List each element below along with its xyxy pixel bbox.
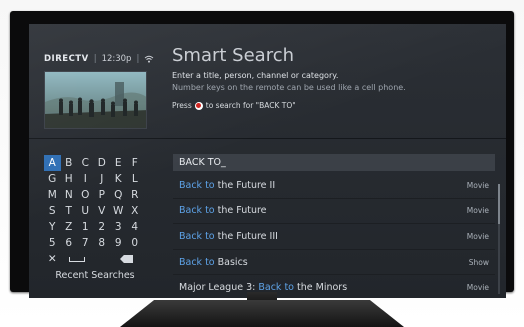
result-type: Movie [466,283,489,293]
red-button-icon [194,101,203,110]
key-k[interactable]: K [110,171,127,187]
results-list: Back to the Future II Movie Back to the … [173,173,495,298]
list-item[interactable]: Back to the Future III Movie [173,224,495,250]
key-b[interactable]: B [61,155,78,171]
key-6[interactable]: 6 [61,235,78,251]
result-type: Movie [466,231,489,241]
key-h[interactable]: H [61,171,78,187]
key-w[interactable]: W [110,203,127,219]
key-7[interactable]: 7 [77,235,94,251]
preview-image [45,72,146,128]
stage: DIRECTV | 12:30p | Smart Search Enter a … [0,0,524,327]
key-0[interactable]: 0 [127,235,144,251]
key-u[interactable]: U [77,203,94,219]
list-item[interactable]: Back to the Future II Movie [173,173,495,199]
key-r[interactable]: R [127,187,144,203]
key-a[interactable]: A [44,155,61,171]
keyboard-row: A B C D E F [44,155,164,171]
key-d[interactable]: D [94,155,111,171]
key-8[interactable]: 8 [94,235,111,251]
keyboard-row: ✕ [44,251,164,267]
key-t[interactable]: T [61,203,78,219]
space-key-icon [69,256,85,262]
result-type: Show [468,257,489,267]
status-separator: | [93,54,97,64]
keyboard-row: Y Z 1 2 3 4 [44,219,164,235]
result-title: Back to the Future [179,205,267,216]
keyboard-row: G H I J K L [44,171,164,187]
live-preview-thumbnail [44,71,147,129]
list-item[interactable]: Back to the Future Movie [173,199,495,225]
key-q[interactable]: Q [110,187,127,203]
result-type: Movie [466,180,489,190]
title-rest: the Future [214,205,267,217]
key-c[interactable]: C [77,155,94,171]
key-f[interactable]: F [127,155,144,171]
clear-key[interactable]: ✕ [44,251,61,267]
title-rest: the Future II [214,179,276,191]
wifi-icon [145,55,154,63]
page-title: Smart Search [172,45,295,66]
tv-screen: DIRECTV | 12:30p | Smart Search Enter a … [29,24,506,298]
key-g[interactable]: G [44,171,61,187]
key-e[interactable]: E [110,155,127,171]
key-2[interactable]: 2 [94,219,111,235]
keyboard-row: M N O P Q R [44,187,164,203]
key-j[interactable]: J [94,171,111,187]
clock: 12:30p [101,54,132,64]
result-title: Back to Basics [179,257,248,268]
match-highlight: Back to [179,256,215,268]
result-type: Movie [466,206,489,216]
search-prompt: Press to search for "BACK TO" [172,101,296,110]
keyboard-row: 5 6 7 8 9 0 [44,235,164,251]
search-input[interactable]: BACK TO_ [173,154,495,171]
backspace-key[interactable] [110,251,143,267]
status-separator: | [136,54,140,64]
space-key[interactable] [61,251,94,267]
key-p[interactable]: P [94,187,111,203]
results-scrollbar-thumb[interactable] [498,184,500,224]
recent-searches-button[interactable]: Recent Searches [44,270,146,281]
key-n[interactable]: N [61,187,78,203]
result-title: Back to the Future III [179,231,278,242]
key-z[interactable]: Z [61,219,78,235]
key-v[interactable]: V [94,203,111,219]
key-9[interactable]: 9 [110,235,127,251]
match-highlight: Back to [179,230,215,242]
match-highlight: Back to [179,179,215,191]
press-target: to search for "BACK TO" [205,101,296,110]
section-divider [29,138,506,139]
instructions-line: Enter a title, person, channel or catego… [172,71,339,80]
key-s[interactable]: S [44,203,61,219]
key-x[interactable]: X [127,203,144,219]
key-3[interactable]: 3 [110,219,127,235]
key-l[interactable]: L [127,171,144,187]
list-item[interactable]: Major League 3: Back to the Minors Movie [173,275,495,298]
onscreen-keyboard: A B C D E F G H I J K L M N O P Q R S T … [44,155,164,281]
key-o[interactable]: O [77,187,94,203]
title-rest: Basics [214,256,248,268]
key-4[interactable]: 4 [127,219,144,235]
match-highlight: Back to [179,205,215,217]
brand-logo: DIRECTV [44,54,89,64]
tv-bezel: DIRECTV | 12:30p | Smart Search Enter a … [10,11,514,298]
key-y[interactable]: Y [44,219,61,235]
press-label: Press [172,101,192,110]
key-1[interactable]: 1 [77,219,94,235]
key-m[interactable]: M [44,187,61,203]
keyboard-row: S T U V W X [44,203,164,219]
status-bar: DIRECTV | 12:30p | [44,54,154,64]
title-rest: the Minors [294,282,348,294]
tv-stand-base [120,300,404,327]
title-rest: the Future III [214,230,278,242]
keypad-hint: Number keys on the remote can be used li… [172,83,406,92]
result-title: Back to the Future II [179,180,275,191]
key-5[interactable]: 5 [44,235,61,251]
list-item[interactable]: Back to Basics Show [173,250,495,276]
key-i[interactable]: I [77,171,94,187]
backspace-icon [120,255,133,263]
